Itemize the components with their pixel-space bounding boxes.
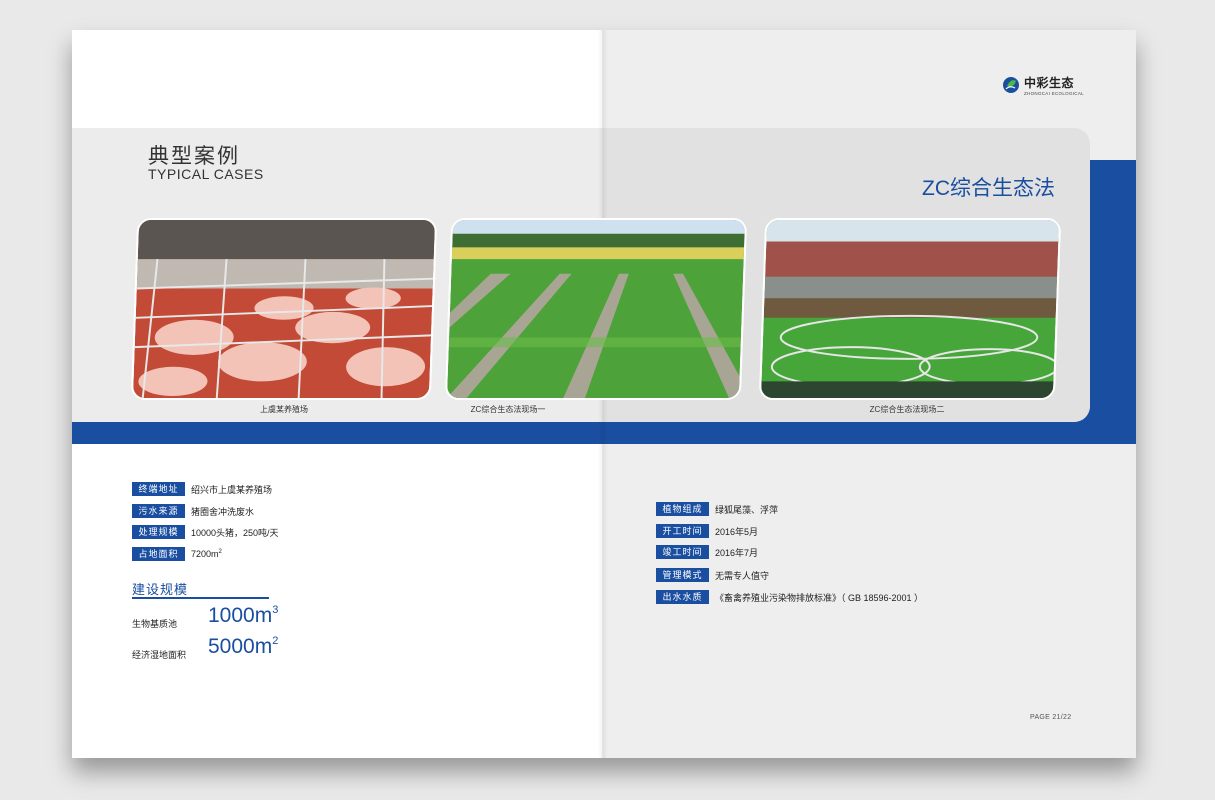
tag-value: 绍兴市上虞某养殖场 xyxy=(191,484,273,495)
tag-value: 猪圈舍冲洗废水 xyxy=(191,506,255,517)
tag-label: 污水来源 xyxy=(132,504,185,518)
photo-caption-3: ZC综合生态法现场二 xyxy=(869,405,945,414)
tag-value: 7200m2 xyxy=(191,549,222,559)
info-row-area: 占地面积 7200m2 xyxy=(132,547,222,561)
info-row-start: 开工时间 2016年5月 xyxy=(656,524,758,538)
tag-value: 无需专人值守 xyxy=(715,570,770,581)
info-row-finish: 竣工时间 2016年7月 xyxy=(656,545,758,559)
method-title: ZC综合生态法 xyxy=(922,177,1055,200)
pig-farm-photo xyxy=(130,218,438,400)
info-row-plants: 植物组成 绿狐尾藻、浮萍 xyxy=(656,502,778,516)
logo-leaf-icon xyxy=(1002,76,1020,94)
logo-name: 中彩生态 xyxy=(1024,76,1075,90)
info-row-source: 污水来源 猪圈舍冲洗废水 xyxy=(132,504,254,518)
tag-label: 开工时间 xyxy=(656,524,709,538)
tag-label: 终端地址 xyxy=(132,482,185,496)
metric-label: 生物基质池 xyxy=(132,619,178,629)
tag-label: 出水水质 xyxy=(656,590,709,604)
tag-value: 《畜禽养殖业污染物排放标准》（ GB 18596-2001 ） xyxy=(715,592,924,603)
tag-label: 处理规模 xyxy=(132,525,185,539)
build-scale-title: 建设规模 xyxy=(132,582,189,597)
pond-site-photo xyxy=(758,218,1062,400)
metric-value: 1000m3 xyxy=(208,604,279,627)
tag-value: 2016年5月 xyxy=(715,526,759,537)
tag-value: 绿狐尾藻、浮萍 xyxy=(715,504,779,515)
tag-label: 管理模式 xyxy=(656,568,709,582)
tag-label: 竣工时间 xyxy=(656,545,709,559)
tag-label: 植物组成 xyxy=(656,502,709,516)
metric-value: 5000m2 xyxy=(208,635,279,658)
brochure-spread: 中彩生态 ZHONGCAI ECOLOGICAL 典型案例 TYPICAL CA… xyxy=(72,30,1136,758)
section-title-en: TYPICAL CASES xyxy=(148,166,264,182)
info-row-address: 终端地址 绍兴市上虞某养殖场 xyxy=(132,482,272,496)
tag-value: 2016年7月 xyxy=(715,547,759,558)
tag-value: 10000头猪，250吨/天 xyxy=(191,527,279,538)
logo-subtitle: ZHONGCAI ECOLOGICAL xyxy=(1024,91,1084,96)
tag-label: 占地面积 xyxy=(132,547,185,561)
info-row-scale: 处理规模 10000头猪，250吨/天 xyxy=(132,525,279,539)
photo-caption-1: 上虞某养殖场 xyxy=(260,405,308,414)
page-number: PAGE 21/22 xyxy=(1030,714,1072,721)
build-scale-underline xyxy=(132,597,269,599)
photo-caption-2: ZC综合生态法现场一 xyxy=(470,405,546,414)
metric-label: 经济湿地面积 xyxy=(132,650,187,660)
info-row-effluent: 出水水质 《畜禽养殖业污染物排放标准》（ GB 18596-2001 ） xyxy=(656,590,923,604)
wetland-site-photo xyxy=(444,218,748,400)
info-row-management: 管理模式 无需专人值守 xyxy=(656,568,769,582)
company-logo: 中彩生态 ZHONGCAI ECOLOGICAL xyxy=(1002,74,1084,96)
